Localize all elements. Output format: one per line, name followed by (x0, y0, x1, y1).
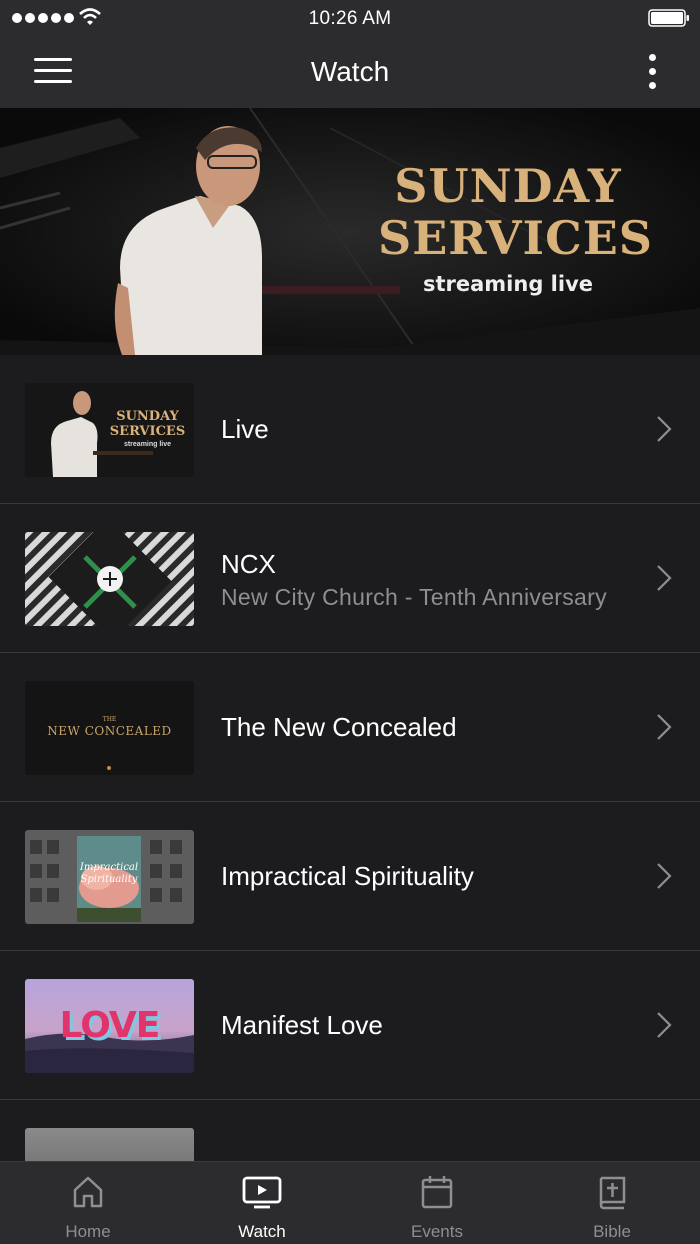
nav-bar: Watch (0, 36, 700, 108)
list-item-impractical-spirituality[interactable]: Impractical Spirituality Impractical Spi… (0, 802, 700, 951)
thumbnail-text: NEW CONCEALED (47, 724, 172, 738)
tab-label: Bible (593, 1222, 631, 1241)
list-item-title: NCX (221, 549, 276, 579)
tab-watch[interactable]: Watch (202, 1162, 322, 1244)
tab-label: Watch (238, 1222, 286, 1241)
thumbnail-partial (25, 1128, 194, 1161)
thumbnail-text: SUNDAY (116, 409, 179, 424)
tab-label: Home (65, 1222, 111, 1241)
thumbnail-text: Impractical (79, 862, 139, 873)
tab-bible[interactable]: Bible (552, 1162, 672, 1244)
thumbnail-text: streaming live (123, 441, 172, 448)
list-item-title: Manifest Love (221, 1010, 383, 1040)
list-item-partial[interactable] (0, 1100, 700, 1161)
thumbnail-impractical-spirituality: Impractical Spirituality (25, 830, 194, 924)
tab-events[interactable]: Events (377, 1162, 497, 1244)
thumbnail-manifest-love: LOVE (25, 979, 194, 1073)
calendar-icon (421, 1176, 453, 1209)
list-item-subtitle: New City Church - Tenth Anniversary (221, 584, 607, 610)
tab-home[interactable]: Home (28, 1162, 148, 1244)
list-item-manifest-love[interactable]: LOVE Manifest Love (0, 951, 700, 1100)
thumbnail-text: THE (102, 716, 117, 723)
thumbnail-ncx (25, 532, 194, 626)
tab-label: Events (411, 1222, 463, 1241)
tv-icon (242, 1176, 282, 1209)
chevron-right-icon (657, 565, 672, 591)
hero-title-line-1: SUNDAY (394, 159, 622, 213)
bible-icon (599, 1176, 626, 1210)
status-time: 10:26 AM (308, 8, 392, 29)
hero-title-line-2: SERVICES (378, 211, 653, 265)
hero-subtitle: streaming live (422, 272, 593, 296)
chevron-right-icon (657, 714, 672, 740)
list-item-ncx[interactable]: NCX New City Church - Tenth Anniversary (0, 504, 700, 653)
series-list: SUNDAY SERVICES streaming live Live NCX … (0, 355, 700, 1161)
list-item-title: Live (221, 414, 269, 444)
tab-bar: Home Watch Events Bible (0, 1161, 700, 1244)
list-item-title: Impractical Spirituality (221, 861, 474, 891)
hero-title: SUNDAY SERVICES (378, 159, 653, 265)
list-item-live[interactable]: SUNDAY SERVICES streaming live Live (0, 355, 700, 504)
chevron-right-icon (657, 416, 672, 442)
thumbnail-the-new-concealed: THE NEW CONCEALED (25, 681, 194, 775)
home-icon (73, 1176, 103, 1208)
thumbnail-text: Spirituality (80, 874, 138, 885)
chevron-right-icon (657, 863, 672, 889)
hero-banner[interactable]: SUNDAY SERVICES streaming live (0, 108, 700, 355)
list-item-title: The New Concealed (221, 712, 457, 742)
thumbnail-live: SUNDAY SERVICES streaming live (25, 383, 194, 477)
page-title: Watch (310, 56, 390, 87)
thumbnail-text: LOVE (59, 1005, 161, 1046)
status-bar: 10:26 AM (0, 0, 700, 36)
chevron-right-icon (657, 1012, 672, 1038)
more-options-icon[interactable] (646, 54, 660, 90)
thumbnail-text: SERVICES (109, 424, 186, 439)
list-item-the-new-concealed[interactable]: THE NEW CONCEALED The New Concealed (0, 653, 700, 802)
battery-icon (648, 9, 689, 27)
